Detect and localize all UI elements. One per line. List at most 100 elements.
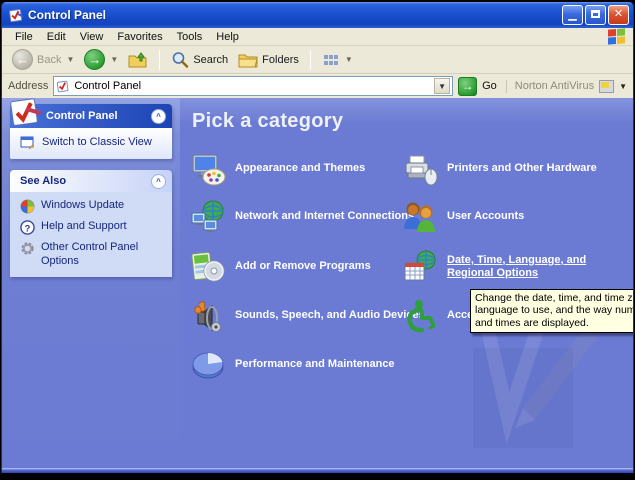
gear-icon xyxy=(20,241,35,256)
help-and-support-link[interactable]: ? Help and Support xyxy=(20,220,166,235)
switch-to-classic-view-label: Switch to Classic View xyxy=(42,136,152,150)
forward-icon: → xyxy=(84,49,105,70)
back-label: Back xyxy=(37,54,61,66)
control-panel-window: Control Panel ▁ ✕ File Edit View Favorit… xyxy=(1,2,634,473)
sounds-audio-icon xyxy=(190,298,226,334)
svg-text:?: ? xyxy=(25,223,31,233)
navigation-toolbar: ← Back ▼ → ▼ Search Fol xyxy=(2,46,633,74)
norton-label: Norton AntiVirus xyxy=(515,80,594,92)
category-sounds-speech-audio[interactable]: Sounds, Speech, and Audio Devices xyxy=(190,296,425,336)
windows-update-label: Windows Update xyxy=(41,199,124,213)
address-input[interactable]: Control Panel ▼ xyxy=(53,76,453,96)
toolbar-separator xyxy=(310,50,311,70)
see-also-panel: See Also ^ Windows Update xyxy=(10,170,172,277)
up-folder-icon xyxy=(128,51,148,69)
other-control-panel-options-link[interactable]: Other Control Panel Options xyxy=(20,241,166,269)
collapse-chevron-icon[interactable]: ^ xyxy=(151,109,166,124)
maximize-button[interactable] xyxy=(585,5,606,25)
control-panel-panel-icon xyxy=(6,98,44,130)
help-and-support-label: Help and Support xyxy=(41,220,127,234)
address-bar: Address Control Panel ▼ → Go Norton Anti… xyxy=(2,74,633,98)
back-dropdown-icon[interactable]: ▼ xyxy=(66,55,74,64)
user-accounts-icon xyxy=(402,199,438,235)
menu-tools[interactable]: Tools xyxy=(170,30,210,44)
windows-update-link[interactable]: Windows Update xyxy=(20,199,166,214)
go-label: Go xyxy=(482,80,497,92)
up-button[interactable] xyxy=(124,49,152,71)
category-label: Network and Internet Connections xyxy=(235,210,414,223)
add-remove-programs-icon xyxy=(190,249,226,285)
search-label: Search xyxy=(193,54,228,66)
go-button[interactable]: → xyxy=(458,77,477,96)
category-label: Performance and Maintenance xyxy=(235,358,395,371)
category-label: Date, Time, Language, and Regional Optio… xyxy=(447,254,615,280)
forward-dropdown-icon[interactable]: ▼ xyxy=(110,55,118,64)
norton-dropdown-icon[interactable]: ▼ xyxy=(619,82,627,91)
folders-label: Folders xyxy=(262,54,299,66)
switch-to-classic-view-link[interactable]: Switch to Classic View xyxy=(20,136,166,150)
category-add-or-remove-programs[interactable]: Add or Remove Programs xyxy=(190,247,371,287)
category-performance-and-maintenance[interactable]: Performance and Maintenance xyxy=(190,345,395,385)
see-also-panel-header[interactable]: See Also ^ xyxy=(10,170,172,192)
address-dropdown-icon[interactable]: ▼ xyxy=(434,78,450,94)
title-bar: Control Panel ▁ ✕ xyxy=(2,2,633,28)
tooltip-line-2: language to use, and the way numbers, c xyxy=(475,304,633,316)
search-icon xyxy=(171,51,189,69)
control-panel-app-icon xyxy=(8,7,24,23)
performance-maintenance-icon xyxy=(190,347,226,383)
category-label: Printers and Other Hardware xyxy=(447,162,597,175)
screenshot-root: Control Panel ▁ ✕ File Edit View Favorit… xyxy=(0,0,635,480)
menu-view[interactable]: View xyxy=(73,30,111,44)
address-label: Address xyxy=(8,80,48,92)
menu-file[interactable]: File xyxy=(8,30,40,44)
control-panel-task-panel: Control Panel ^ Switch to Classic View xyxy=(10,104,172,159)
forward-button[interactable]: → ▼ xyxy=(80,47,122,72)
help-support-icon: ? xyxy=(20,220,35,235)
printers-hardware-icon xyxy=(402,151,438,187)
tooltip-line-1: Change the date, time, and time zone for xyxy=(475,292,633,304)
minimize-icon: ▁ xyxy=(568,10,576,21)
date-time-language-icon xyxy=(402,249,438,285)
category-label: Add or Remove Programs xyxy=(235,260,371,273)
close-icon: ✕ xyxy=(614,9,623,20)
back-icon: ← xyxy=(12,49,33,70)
back-button[interactable]: ← Back ▼ xyxy=(8,47,78,72)
classic-view-icon xyxy=(20,136,36,150)
category-label: User Accounts xyxy=(447,210,524,223)
category-appearance-and-themes[interactable]: Appearance and Themes xyxy=(190,149,365,189)
folders-button[interactable]: Folders xyxy=(234,50,303,70)
page-title: Pick a category xyxy=(192,110,343,133)
category-printers-and-other-hardware[interactable]: Printers and Other Hardware xyxy=(402,149,597,189)
category-label: Appearance and Themes xyxy=(235,162,365,175)
search-button[interactable]: Search xyxy=(167,49,232,71)
category-label: Sounds, Speech, and Audio Devices xyxy=(235,309,425,322)
see-also-title: See Also xyxy=(20,175,66,187)
views-button[interactable]: ▼ xyxy=(318,50,357,70)
category-network-and-internet[interactable]: Network and Internet Connections xyxy=(190,197,414,237)
control-panel-panel-title: Control Panel xyxy=(46,110,118,122)
date-time-tooltip: Change the date, time, and time zone for… xyxy=(470,289,633,333)
content-area: Control Panel ^ Switch to Classic View S… xyxy=(2,98,633,468)
menu-help[interactable]: Help xyxy=(209,30,246,44)
network-internet-icon xyxy=(190,199,226,235)
see-also-panel-body: Windows Update ? Help and Support Other … xyxy=(10,192,172,277)
category-date-time-language-regional[interactable]: Date, Time, Language, and Regional Optio… xyxy=(402,247,615,287)
address-value: Control Panel xyxy=(74,80,434,92)
menu-bar: File Edit View Favorites Tools Help xyxy=(2,28,633,46)
views-icon xyxy=(322,52,340,68)
menu-favorites[interactable]: Favorites xyxy=(110,30,169,44)
category-user-accounts[interactable]: User Accounts xyxy=(402,197,524,237)
control-panel-panel-body: Switch to Classic View xyxy=(10,128,172,159)
accessibility-icon xyxy=(402,298,438,334)
windows-logo-icon xyxy=(608,28,625,44)
views-dropdown-icon[interactable]: ▼ xyxy=(345,55,353,64)
maximize-icon xyxy=(591,10,600,18)
tooltip-line-3: and times are displayed. xyxy=(475,317,633,329)
norton-antivirus-toolbar[interactable]: Norton AntiVirus ▼ xyxy=(506,80,627,93)
minimize-button[interactable]: ▁ xyxy=(562,5,583,25)
menu-edit[interactable]: Edit xyxy=(40,30,73,44)
collapse-chevron-icon[interactable]: ^ xyxy=(151,174,166,189)
windows-update-icon xyxy=(20,199,35,214)
window-title: Control Panel xyxy=(28,8,560,22)
close-button[interactable]: ✕ xyxy=(608,5,629,25)
